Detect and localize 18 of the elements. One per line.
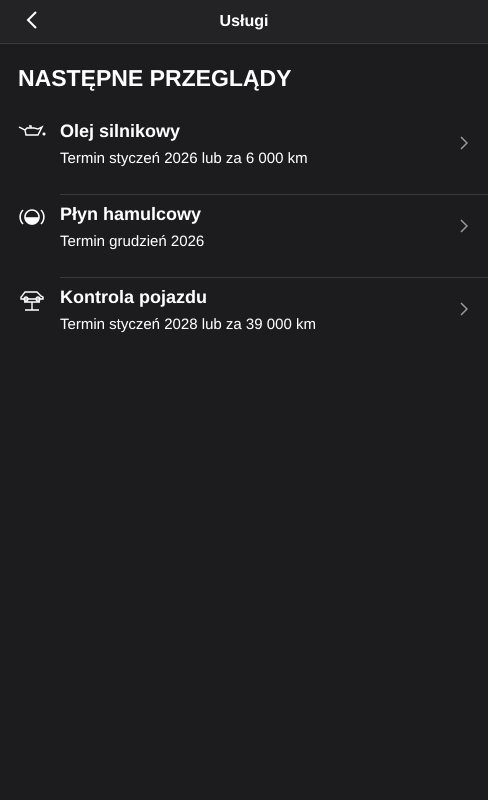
- section-title: NASTĘPNE PRZEGLĄDY: [18, 64, 292, 92]
- service-name: Płyn hamulcowy: [60, 203, 202, 226]
- chevron-right-icon: [460, 219, 468, 233]
- page-title: Usługi: [220, 12, 268, 32]
- service-due-date: Termin grudzień 2026: [60, 232, 204, 252]
- service-item[interactable]: Płyn hamulcowy Termin grudzień 2026: [0, 195, 488, 278]
- service-item[interactable]: Olej silnikowy Termin styczeń 2026 lub za 6 000 km: [0, 112, 488, 195]
- chevron-right-icon: [460, 302, 468, 316]
- oil-can-icon: [18, 124, 46, 138]
- service-due-date: Termin styczeń 2026 lub za 6 000 km: [60, 149, 308, 169]
- chevron-left-icon: [26, 10, 38, 30]
- car-lift-icon: [19, 290, 45, 312]
- chevron-right-icon: [460, 136, 468, 150]
- brake-fluid-icon: [19, 207, 45, 227]
- service-name: Kontrola pojazdu: [60, 286, 207, 309]
- service-item[interactable]: Kontrola pojazdu Termin styczeń 2028 lub za 39 000 km: [0, 278, 488, 361]
- service-name: Olej silnikowy: [60, 120, 180, 143]
- service-due-date: Termin styczeń 2028 lub za 39 000 km: [60, 315, 316, 335]
